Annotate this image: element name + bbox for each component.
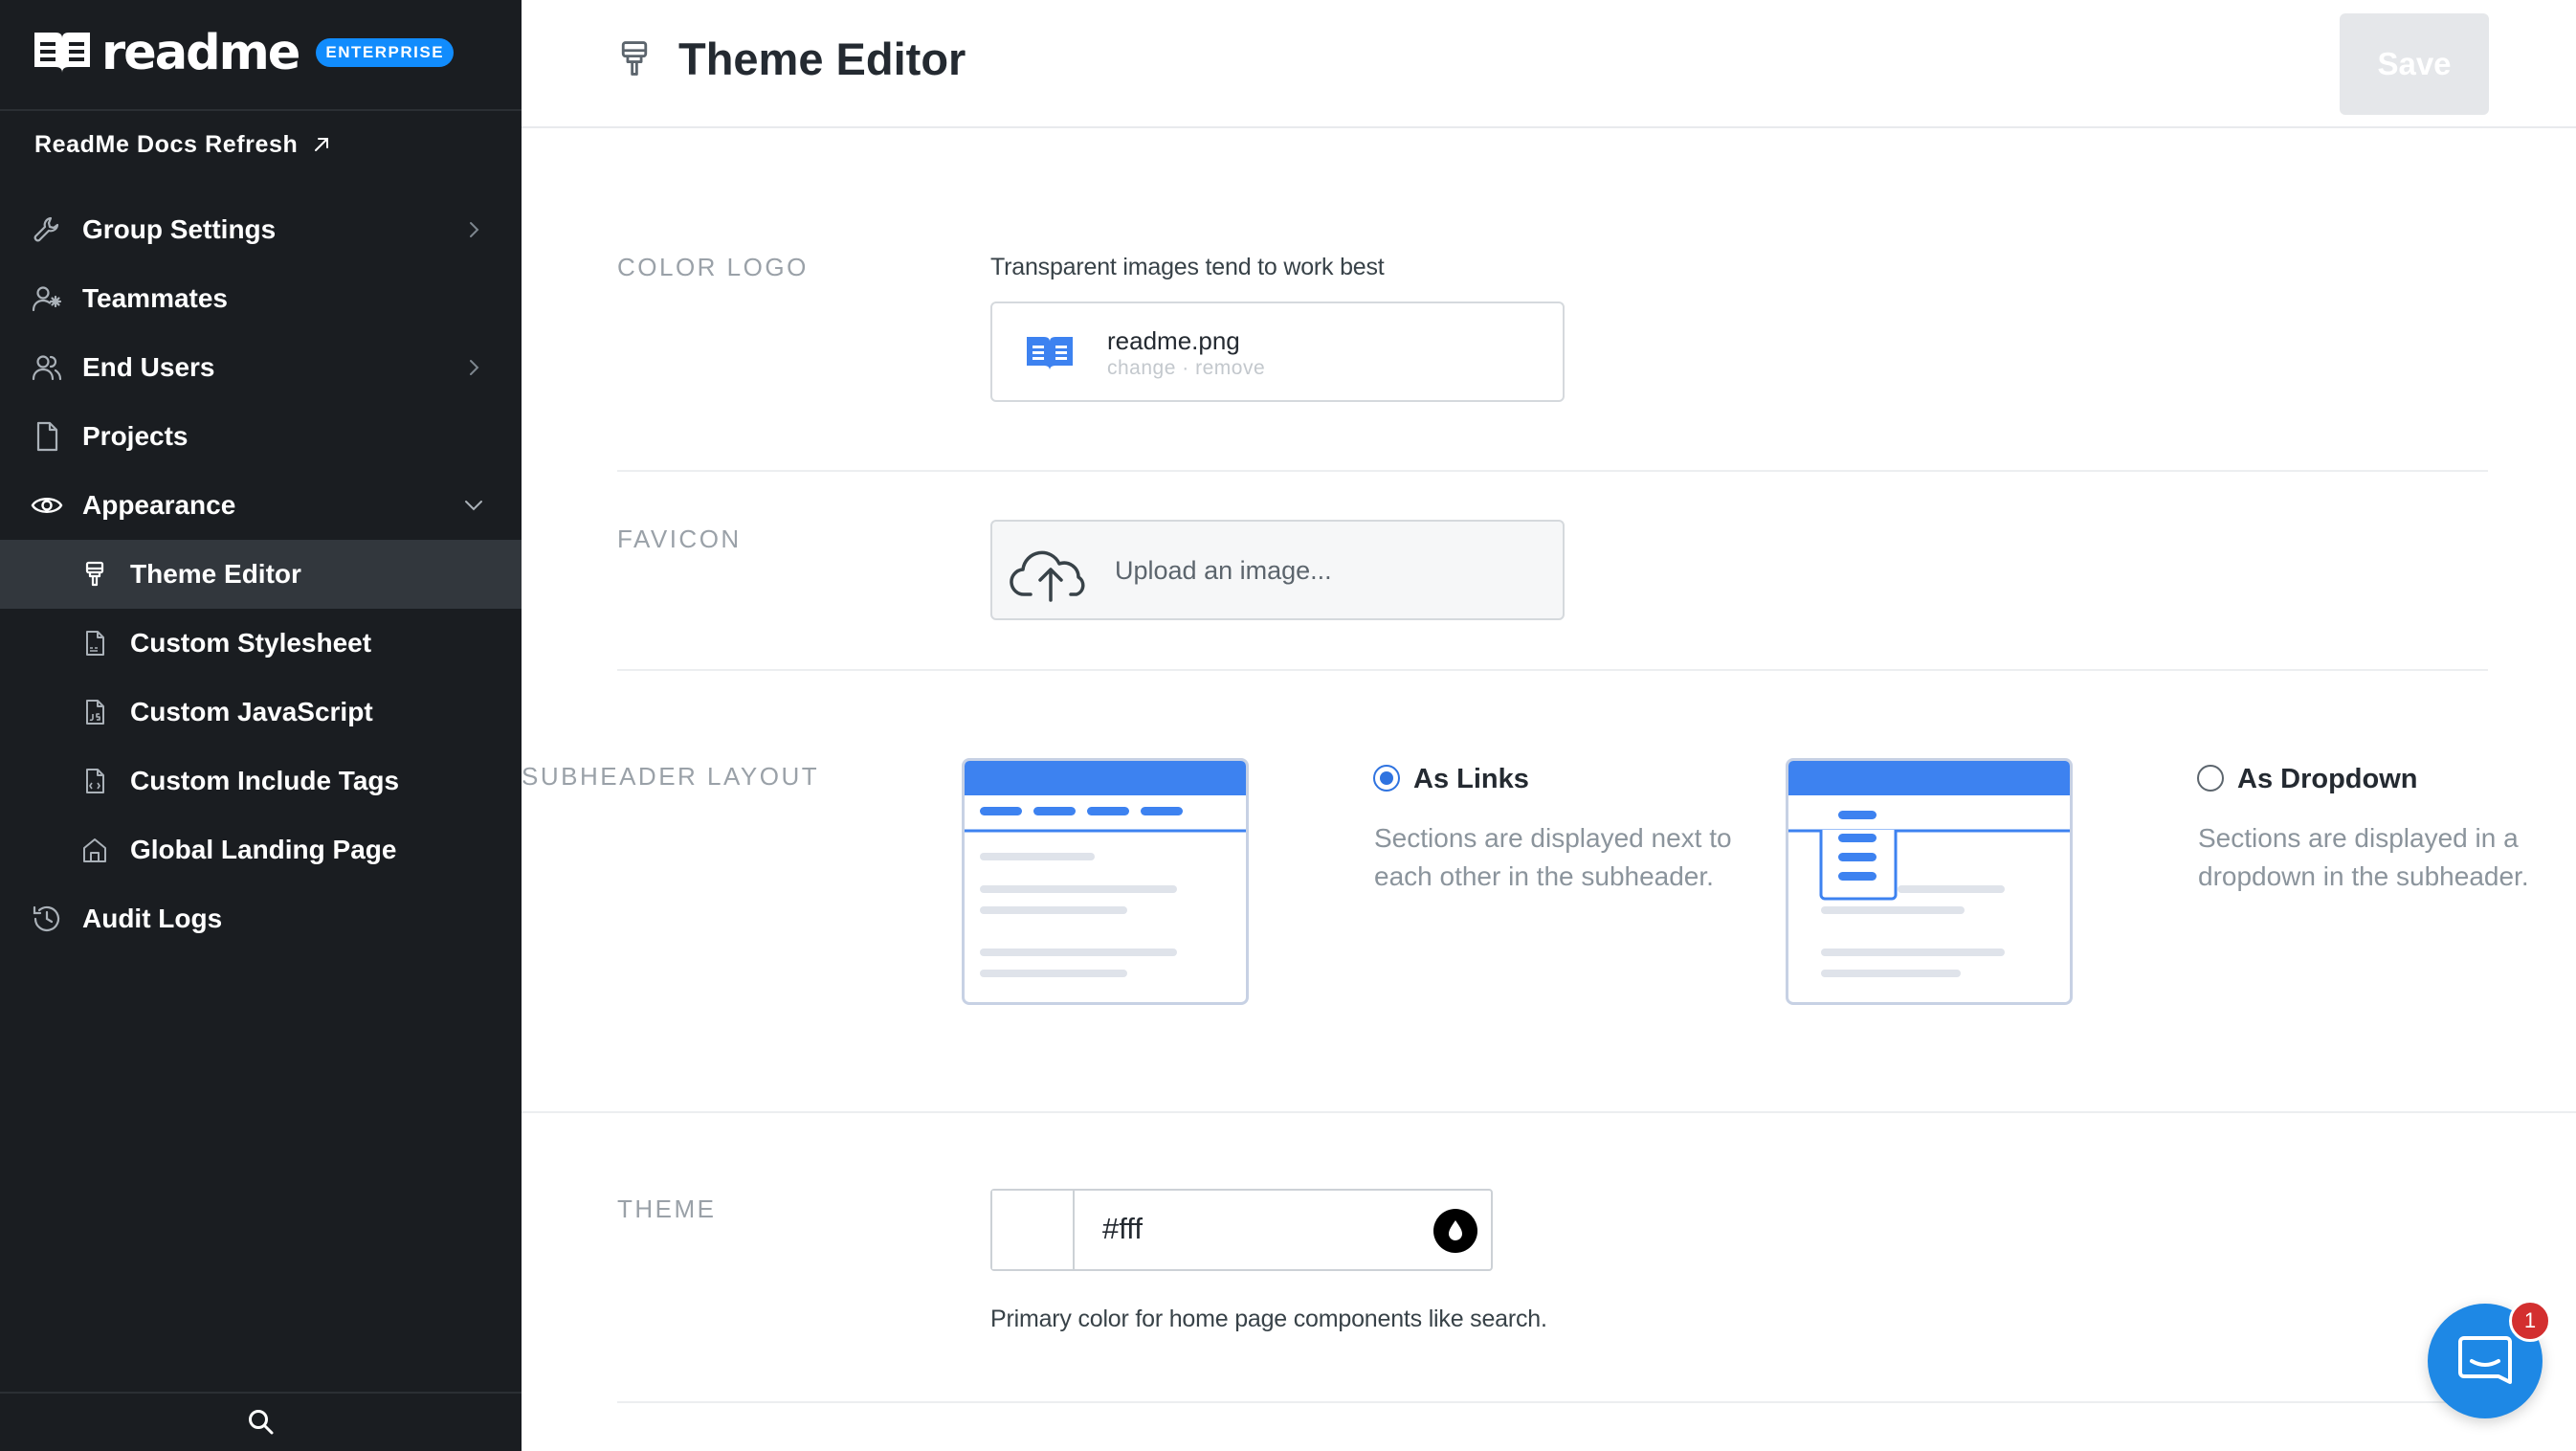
project-link[interactable]: ReadMe Docs Refresh [34,128,332,161]
sidebar-item-custom-stylesheet[interactable]: Custom Stylesheet [0,609,522,678]
sidebar: readme ENTERPRISE ReadMe Docs Refresh Gr… [0,0,522,1451]
sidebar-item-audit-logs[interactable]: Audit Logs [0,884,522,953]
section-divider [617,669,2488,671]
external-link-icon [315,138,329,151]
sidebar-item-group-settings[interactable]: Group Settings [0,195,522,264]
paintbrush-icon [85,561,104,587]
sidebar-item-label: Teammates [82,283,229,313]
chat-notification-badge: 1 [2509,1300,2551,1342]
links-layout-illustration [965,807,1246,977]
cloud-upload-icon [1010,550,1085,602]
favicon-upload[interactable]: Upload an image... [990,520,1565,620]
favicon-label: FAVICON [617,525,742,553]
as-links-radio[interactable] [1373,765,1400,792]
readme-book-icon [1027,337,1073,370]
home-icon [83,838,106,862]
sidebar-item-label: Appearance [82,490,236,520]
user-star-icon [32,286,62,312]
color-logo-label: COLOR LOGO [617,253,809,281]
subheader-layout-label: SUBHEADER LAYOUT [522,762,820,791]
sidebar-item-label: Group Settings [82,214,277,244]
section-divider [617,1401,2488,1403]
wrench-icon [33,216,59,242]
brand-name: readme [101,24,300,81]
sidebar-item-label: Theme Editor [130,559,301,589]
sidebar-item-custom-include-tags[interactable]: Custom Include Tags [0,747,522,815]
as-links-title: As Links [1413,764,1529,794]
save-button[interactable]: Save [2340,13,2489,115]
color-value: #fff [1102,1212,1143,1245]
sidebar-item-projects[interactable]: Projects [0,402,522,471]
remove-link[interactable]: remove [1195,357,1265,379]
sidebar-item-label: Custom Stylesheet [130,628,372,658]
theme-color-input[interactable]: #fff [990,1189,1493,1271]
as-dropdown-description: Sections are displayed in a dropdown in … [2198,823,2529,891]
sidebar-item-appearance[interactable]: Appearance [0,471,522,540]
as-dropdown-title: As Dropdown [2237,764,2418,794]
sidebar-search-button[interactable] [0,1394,522,1451]
dropdown-layout-illustration [1788,811,2070,977]
page-title-group: Theme Editor [617,29,966,88]
section-divider [617,470,2488,472]
page-header: Theme Editor Save [522,0,2576,128]
sidebar-item-label: Audit Logs [82,904,223,933]
sidebar-item-label: End Users [82,352,215,382]
sidebar-divider [0,109,522,111]
js-file-icon [86,700,104,725]
sidebar-item-label: Custom JavaScript [130,697,373,726]
color-logo-file[interactable]: readme.png change · remove [990,301,1565,402]
chevron-down-icon [465,501,482,511]
html-file-icon [86,769,104,793]
eye-icon [31,498,63,513]
sidebar-item-label: Global Landing Page [130,835,397,864]
sidebar-item-teammates[interactable]: Teammates [0,264,522,333]
readme-logo-icon [34,33,90,73]
users-icon [32,355,62,381]
chevron-right-icon [470,222,479,237]
sidebar-item-global-landing-page[interactable]: Global Landing Page [0,815,522,884]
dropdown-layout-thumbnail[interactable] [1786,758,2073,1005]
as-links-description: Sections are displayed next to each othe… [1374,823,1732,891]
brand[interactable]: readme ENTERPRISE [33,24,455,81]
sidebar-item-label: Projects [82,421,189,451]
file-actions: change · remove [1107,357,1265,380]
css-file-icon [86,631,104,656]
page-title: Theme Editor [678,33,966,84]
as-dropdown-radio[interactable] [2197,765,2224,792]
links-layout-thumbnail[interactable] [962,758,1249,1005]
history-icon [33,905,60,931]
sidebar-item-end-users[interactable]: End Users [0,333,522,402]
chevron-right-icon [470,360,479,375]
sidebar-item-label: Custom Include Tags [130,766,400,795]
paintbrush-icon [621,41,648,76]
theme-label: THEME [617,1194,717,1223]
section-divider [522,1111,2576,1113]
sidebar-item-custom-javascript[interactable]: Custom JavaScript [0,678,522,747]
enterprise-badge: ENTERPRISE [316,37,455,68]
chat-icon [2458,1336,2512,1384]
project-link-label: ReadMe Docs Refresh [34,130,299,158]
sidebar-item-theme-editor[interactable]: Theme Editor [0,540,522,609]
color-swatch[interactable] [992,1191,1075,1269]
file-icon [36,421,58,452]
separator: · [1182,357,1189,379]
file-name: readme.png [1107,326,1240,355]
theme-hint: Primary color for home page components l… [990,1306,1547,1332]
change-link[interactable]: change [1107,357,1176,379]
upload-placeholder: Upload an image... [1115,556,1332,585]
search-icon [248,1410,273,1435]
color-logo-hint: Transparent images tend to work best [990,254,1385,280]
droplet-icon [1449,1220,1462,1240]
color-picker-button[interactable] [1433,1209,1477,1253]
